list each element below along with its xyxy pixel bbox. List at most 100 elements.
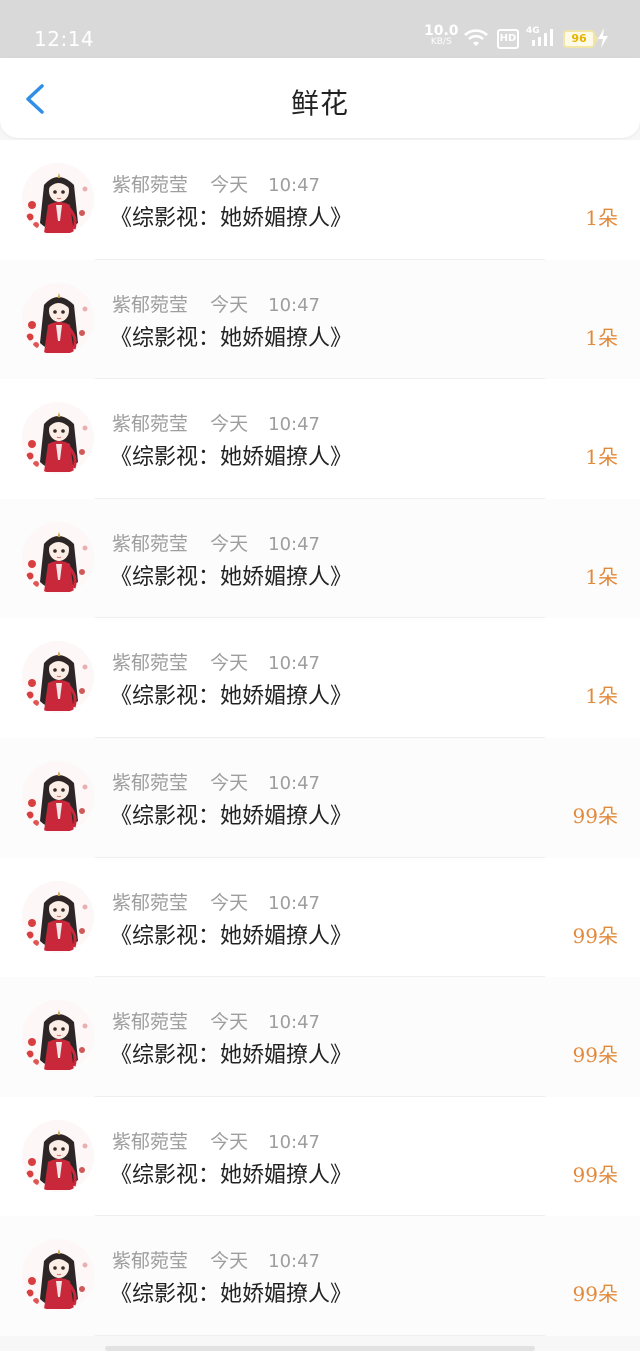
book-title[interactable]: 《综影视：她娇媚撩人》 [110, 439, 352, 471]
list-item[interactable]: 紫郁菀莹 今天 10:47 《综影视：她娇媚撩人》 99朵 [0, 1216, 640, 1336]
avatar-illustration [22, 521, 94, 594]
item-meta: 紫郁菀莹 今天 10:47 [112, 529, 320, 556]
timestamp: 10:47 [268, 414, 320, 436]
avatar-illustration [22, 1239, 94, 1312]
charging-icon [598, 28, 608, 48]
book-title[interactable]: 《综影视：她娇媚撩人》 [110, 798, 352, 830]
avatar[interactable] [22, 1000, 94, 1073]
timestamp: 10:47 [268, 892, 320, 914]
avatar[interactable] [22, 880, 94, 953]
date-label: 今天 [210, 652, 249, 675]
username: 紫郁菀莹 [112, 1011, 189, 1034]
username: 紫郁菀莹 [112, 413, 189, 436]
flower-count: 99朵 [572, 1043, 618, 1068]
avatar-illustration [22, 760, 94, 833]
avatar[interactable] [22, 1239, 94, 1312]
book-title[interactable]: 《综影视：她娇媚撩人》 [110, 1157, 352, 1189]
flower-record-list: 紫郁菀莹 今天 10:47 《综影视：她娇媚撩人》 1朵 紫郁菀莹 今天 10:… [0, 140, 640, 1336]
net-speed-value: 10.0 [424, 23, 459, 39]
scroll-indicator [105, 1346, 535, 1351]
list-item[interactable]: 紫郁菀莹 今天 10:47 《综影视：她娇媚撩人》 99朵 [0, 1096, 640, 1217]
book-title[interactable]: 《综影视：她娇媚撩人》 [110, 200, 352, 232]
flower-count: 99朵 [572, 1162, 618, 1187]
book-title[interactable]: 《综影视：她娇媚撩人》 [110, 1037, 352, 1069]
date-label: 今天 [210, 293, 249, 316]
signal-icon [532, 29, 553, 46]
page-title: 鲜花 [290, 87, 349, 120]
username: 紫郁菀莹 [112, 891, 189, 914]
item-meta: 紫郁菀莹 今天 10:47 [112, 170, 320, 197]
book-title[interactable]: 《综影视：她娇媚撩人》 [110, 1276, 352, 1308]
book-title[interactable]: 《综影视：她娇媚撩人》 [110, 559, 352, 591]
username: 紫郁菀莹 [112, 1130, 189, 1153]
date-label: 今天 [210, 1250, 249, 1273]
avatar-illustration [22, 641, 94, 714]
item-meta: 紫郁菀莹 今天 10:47 [112, 888, 320, 915]
net-speed-indicator: 10.0 KB/S [424, 24, 459, 47]
list-item[interactable]: 紫郁菀莹 今天 10:47 《综影视：她娇媚撩人》 99朵 [0, 737, 640, 858]
date-label: 今天 [210, 174, 249, 196]
avatar[interactable] [22, 402, 94, 475]
flower-count: 1朵 [585, 564, 618, 589]
timestamp: 10:47 [268, 1131, 320, 1153]
avatar-illustration [22, 1119, 94, 1192]
timestamp: 10:47 [268, 1251, 320, 1273]
list-item[interactable]: 紫郁菀莹 今天 10:47 《综影视：她娇媚撩人》 99朵 [0, 977, 640, 1097]
book-title[interactable]: 《综影视：她娇媚撩人》 [110, 678, 352, 710]
battery-icon: 96 [563, 30, 598, 48]
date-label: 今天 [210, 532, 249, 555]
flower-count: 99朵 [572, 923, 618, 948]
status-bar: 12:14 10.0 KB/S HD 4G 96 [0, 0, 640, 58]
item-meta: 紫郁菀莹 今天 10:47 [112, 648, 320, 675]
avatar[interactable] [22, 282, 94, 355]
book-title[interactable]: 《综影视：她娇媚撩人》 [110, 918, 352, 950]
username: 紫郁菀莹 [112, 532, 189, 555]
username: 紫郁菀莹 [112, 174, 189, 196]
list-item[interactable]: 紫郁菀莹 今天 10:47 《综影视：她娇媚撩人》 99朵 [0, 857, 640, 978]
item-meta: 紫郁菀莹 今天 10:47 [112, 768, 320, 795]
avatar-illustration [22, 1000, 94, 1073]
hd-icon: HD [497, 29, 519, 49]
item-meta: 紫郁菀莹 今天 10:47 [112, 409, 320, 436]
avatar[interactable] [22, 1119, 94, 1192]
list-item[interactable]: 紫郁菀莹 今天 10:47 《综影视：她娇媚撩人》 1朵 [0, 498, 640, 619]
list-item[interactable]: 紫郁菀莹 今天 10:47 《综影视：她娇媚撩人》 1朵 [0, 618, 640, 738]
list-item[interactable]: 紫郁菀莹 今天 10:47 《综影视：她娇媚撩人》 1朵 [0, 140, 640, 260]
net-speed-unit: KB/S [430, 37, 452, 47]
flower-count: 99朵 [572, 1282, 618, 1307]
avatar-illustration [22, 402, 94, 475]
timestamp: 10:47 [268, 533, 320, 555]
item-meta: 紫郁菀莹 今天 10:47 [112, 1246, 320, 1273]
list-item[interactable]: 紫郁菀莹 今天 10:47 《综影视：她娇媚撩人》 1朵 [0, 259, 640, 380]
date-label: 今天 [210, 771, 249, 794]
timestamp: 10:47 [268, 175, 320, 196]
date-label: 今天 [210, 1130, 249, 1153]
avatar[interactable] [22, 521, 94, 594]
date-label: 今天 [210, 1011, 249, 1034]
timestamp: 10:47 [268, 294, 320, 316]
username: 紫郁菀莹 [112, 652, 189, 675]
flower-count: 1朵 [585, 206, 618, 230]
item-meta: 紫郁菀莹 今天 10:47 [112, 1127, 320, 1154]
avatar[interactable] [22, 641, 94, 714]
avatar-illustration [22, 282, 94, 355]
date-label: 今天 [210, 413, 249, 436]
avatar-illustration [22, 880, 94, 953]
avatar[interactable] [22, 760, 94, 833]
date-label: 今天 [210, 891, 249, 914]
flower-count: 99朵 [572, 803, 618, 828]
book-title[interactable]: 《综影视：她娇媚撩人》 [110, 320, 352, 352]
timestamp: 10:47 [268, 653, 320, 675]
status-time: 12:14 [34, 27, 95, 51]
username: 紫郁菀莹 [112, 771, 189, 794]
username: 紫郁菀莹 [112, 1250, 189, 1273]
username: 紫郁菀莹 [112, 293, 189, 316]
avatar-illustration [22, 163, 94, 235]
flower-count: 1朵 [585, 684, 618, 709]
wifi-icon [464, 29, 488, 46]
list-item[interactable]: 紫郁菀莹 今天 10:47 《综影视：她娇媚撩人》 1朵 [0, 379, 640, 499]
flower-count: 1朵 [585, 325, 618, 350]
avatar[interactable] [22, 163, 94, 235]
timestamp: 10:47 [268, 1012, 320, 1034]
row-divider [95, 1334, 545, 1336]
